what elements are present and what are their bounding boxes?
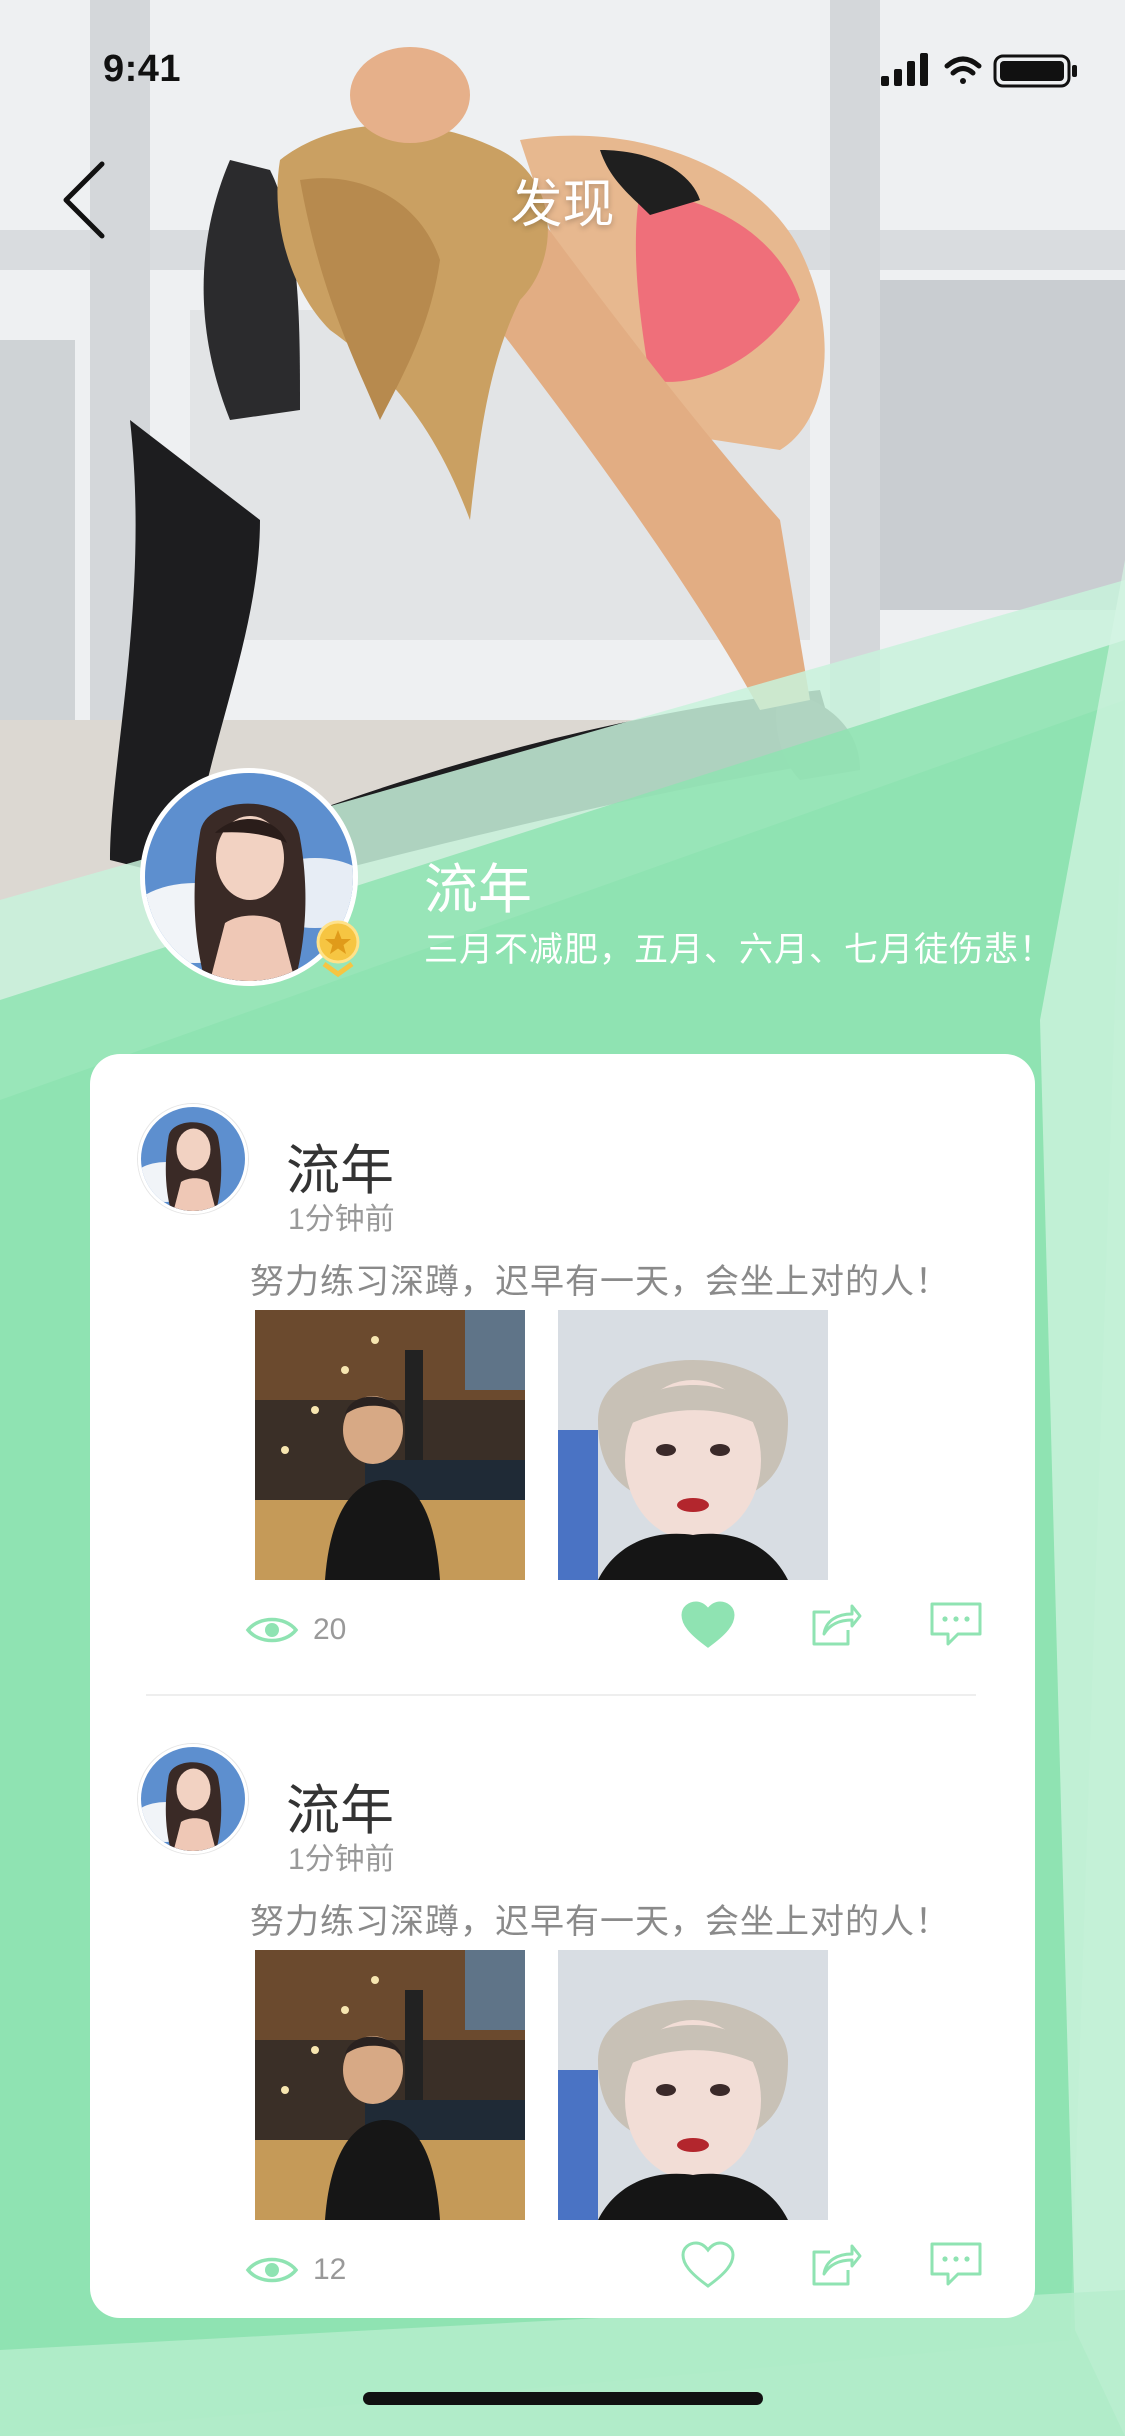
like-button[interactable]	[680, 2240, 736, 2290]
comment-icon	[930, 1602, 982, 1646]
status-icons	[881, 53, 1077, 88]
like-button[interactable]	[680, 1600, 736, 1650]
post-image[interactable]	[255, 1950, 525, 2220]
post-text: 努力练习深蹲，迟早有一天，会坐上对的人！	[250, 1263, 950, 1301]
comment-button[interactable]	[928, 1600, 984, 1650]
status-time: 9:41	[103, 48, 182, 90]
post-image[interactable]	[558, 1950, 828, 2220]
heart-icon	[681, 2241, 735, 2288]
wifi-icon	[944, 56, 982, 84]
home-indicator[interactable]	[363, 2392, 763, 2405]
view-count-value: 12	[313, 2253, 347, 2286]
share-button[interactable]	[808, 2240, 864, 2290]
view-count-value: 20	[313, 1613, 347, 1646]
post-avatar[interactable]	[138, 1744, 248, 1854]
share-icon	[812, 1604, 862, 1646]
battery-icon	[993, 54, 1077, 88]
post-time: 1分钟前	[288, 1843, 395, 1876]
share-icon	[812, 2244, 862, 2286]
view-count: 12	[245, 2248, 346, 2292]
comment-icon	[930, 2242, 982, 2286]
profile-name: 流年	[424, 860, 532, 920]
eye-icon	[245, 1617, 299, 1643]
heart-icon	[681, 1601, 735, 1648]
feed-card: 流年 1分钟前 努力练习深蹲，迟早有一天，会坐上对的人！ 20 流年 1分钟前 …	[90, 1054, 1035, 2318]
share-button[interactable]	[808, 1600, 864, 1650]
eye-icon	[245, 2257, 299, 2283]
view-count: 20	[245, 1608, 346, 1652]
comment-button[interactable]	[928, 2240, 984, 2290]
post-image[interactable]	[558, 1310, 828, 1580]
page-title: 发现	[510, 176, 615, 234]
post-item: 流年 1分钟前 努力练习深蹲，迟早有一天，会坐上对的人！	[90, 1694, 1035, 2294]
post-time: 1分钟前	[288, 1203, 395, 1236]
post-item: 流年 1分钟前 努力练习深蹲，迟早有一天，会坐上对的人！	[90, 1054, 1035, 1654]
post-text: 努力练习深蹲，迟早有一天，会坐上对的人！	[250, 1903, 950, 1941]
badge-icon	[316, 920, 360, 978]
signal-icon	[881, 53, 928, 86]
profile-bio: 三月不减肥，五月、六月、七月徒伤悲！	[424, 931, 1054, 969]
post-avatar[interactable]	[138, 1104, 248, 1214]
post-image[interactable]	[255, 1310, 525, 1580]
